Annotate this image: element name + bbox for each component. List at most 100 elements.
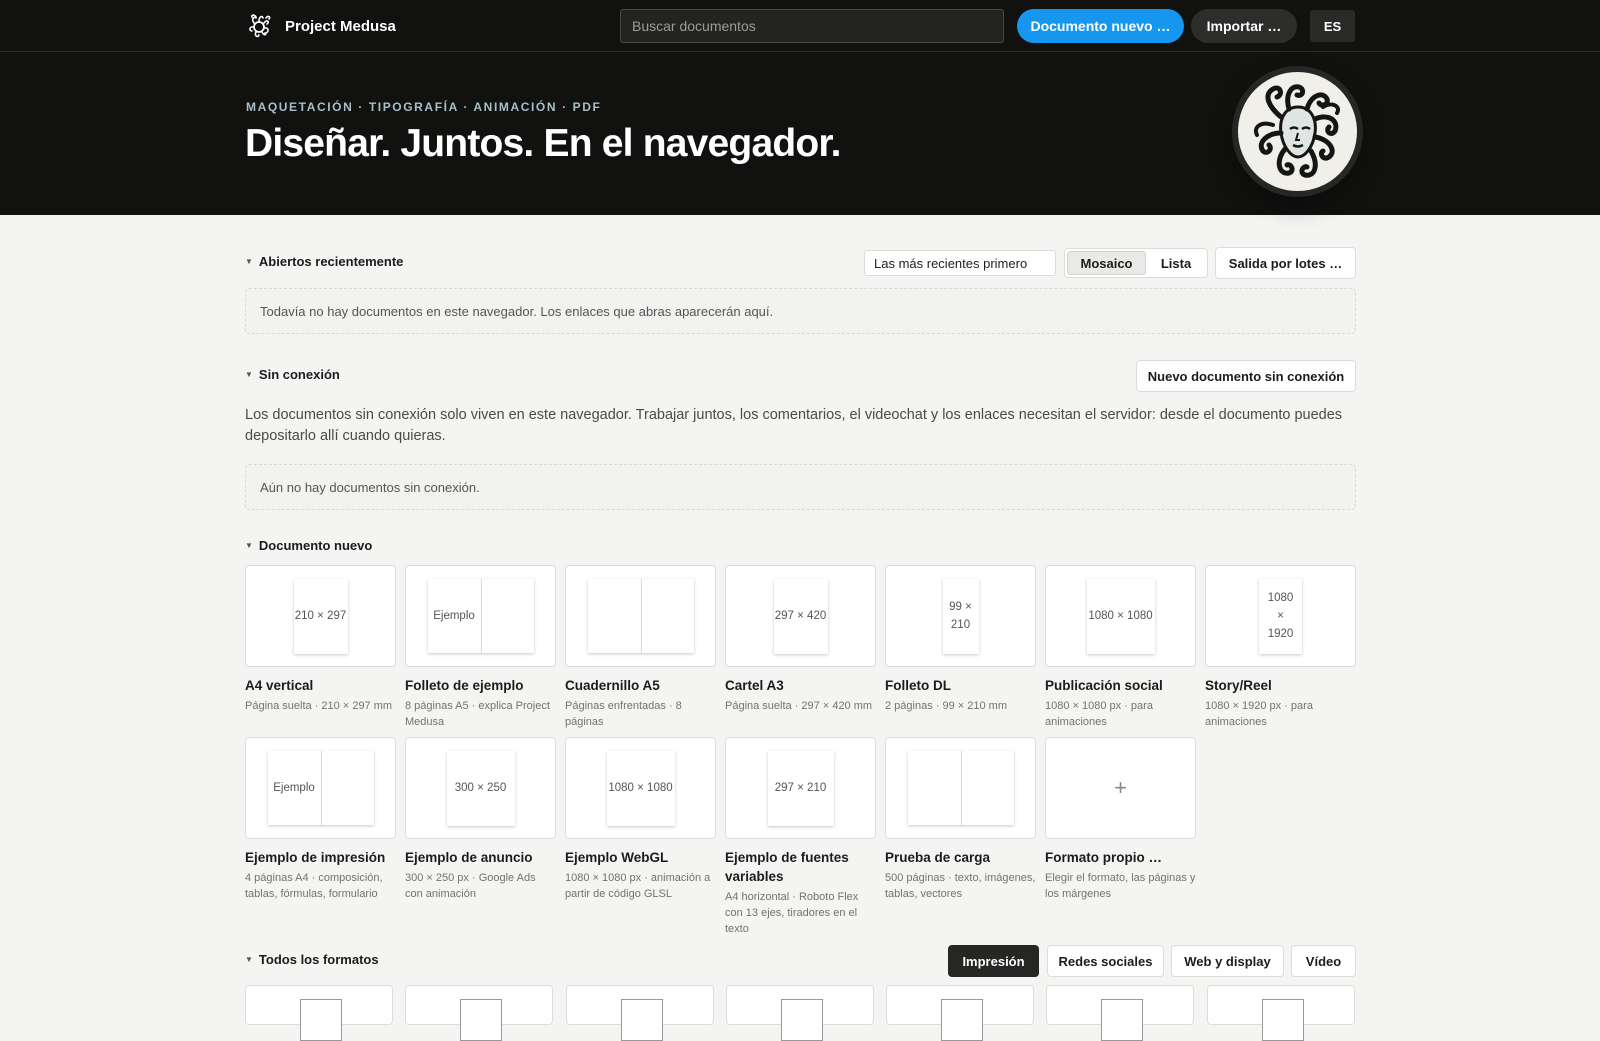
format-card[interactable]: [566, 985, 714, 1041]
page-preview: [640, 579, 694, 653]
collapse-triangle-icon: ▼: [245, 955, 253, 964]
format-card[interactable]: [1046, 985, 1194, 1041]
page-preview: 297 × 420: [773, 578, 828, 654]
batch-output-button[interactable]: Salida por lotes …: [1215, 247, 1356, 279]
page-preview: 300 × 250: [446, 750, 515, 826]
template-card-sample-brochure[interactable]: Ejemplo Folleto de ejemplo 8 páginas A5 …: [405, 565, 556, 730]
template-name: Ejemplo WebGL: [565, 850, 669, 865]
template-card-variable-fonts[interactable]: 297 × 210 Ejemplo de fuentes variables A…: [725, 737, 876, 937]
section-recent-header[interactable]: ▼ Abiertos recientemente: [245, 254, 403, 269]
template-name: A4 vertical: [245, 678, 314, 693]
offline-empty-text: Aún no hay documentos sin conexión.: [260, 479, 480, 495]
recent-empty-state: Todavía no hay documentos en este navega…: [245, 288, 1356, 334]
template-card-story-reel[interactable]: 1080 × 1920 Story/Reel 1080 × 1920 px · …: [1205, 565, 1356, 730]
template-card-a3-poster[interactable]: 297 × 420 Cartel A3 Página suelta · 297 …: [725, 565, 876, 714]
template-card-a4[interactable]: 210 × 297 A4 vertical Página suelta · 21…: [245, 565, 396, 714]
page-preview: [480, 579, 534, 653]
tab-print[interactable]: Impresión: [948, 945, 1039, 977]
new-document-button[interactable]: Documento nuevo …: [1017, 9, 1184, 43]
template-description: Página suelta · 297 × 420 mm: [725, 700, 873, 712]
import-button[interactable]: Importar …: [1191, 9, 1297, 43]
format-card[interactable]: [1207, 985, 1355, 1041]
hero-title: Diseñar. Juntos. En el navegador.: [245, 122, 841, 165]
section-all-formats-header[interactable]: ▼ Todos los formatos: [245, 952, 379, 967]
search-input[interactable]: [620, 9, 1004, 43]
view-mosaic-button[interactable]: Mosaico: [1067, 251, 1146, 275]
template-name: Story/Reel: [1205, 678, 1272, 693]
view-list-button[interactable]: Lista: [1149, 251, 1203, 275]
template-name: Publicación social: [1045, 678, 1163, 693]
template-description: Páginas enfrentadas · 8 páginas: [565, 700, 682, 728]
tab-web-display[interactable]: Web y display: [1171, 945, 1284, 977]
offline-description: Los documentos sin conexión solo viven e…: [245, 407, 1343, 444]
collapse-triangle-icon: ▼: [245, 541, 253, 550]
template-description: 4 páginas A4 · composición, tablas, fórm…: [245, 872, 383, 900]
template-card-ad-sample[interactable]: 300 × 250 Ejemplo de anuncio 300 × 250 p…: [405, 737, 556, 902]
tab-social-media[interactable]: Redes sociales: [1047, 945, 1164, 977]
template-card-webgl-sample[interactable]: 1080 × 1080 Ejemplo WebGL 1080 × 1080 px…: [565, 737, 716, 902]
medusa-logo-icon: [249, 14, 271, 38]
page-preview: [907, 751, 961, 825]
template-card-dl-flyer[interactable]: 99 × 210 Folleto DL 2 páginas · 99 × 210…: [885, 565, 1036, 714]
view-toggle: Mosaico Lista: [1064, 248, 1208, 278]
page-preview: 1080 × 1920: [1259, 578, 1302, 654]
format-card[interactable]: [405, 985, 553, 1041]
spread-preview: Ejemplo: [427, 579, 534, 653]
template-name: Prueba de carga: [885, 850, 991, 865]
section-all-formats-title: Todos los formatos: [258, 952, 379, 967]
recent-empty-text: Todavía no hay documentos en este navega…: [260, 303, 774, 319]
page-preview: [320, 751, 374, 825]
medusa-emblem: [1232, 66, 1363, 197]
page-preview: [587, 579, 641, 653]
section-new-document-header[interactable]: ▼ Documento nuevo: [245, 538, 372, 553]
plus-icon: +: [1114, 775, 1127, 800]
brand[interactable]: Project Medusa: [245, 10, 396, 42]
section-offline-title: Sin conexión: [258, 367, 340, 382]
medusa-head-icon: [1253, 83, 1340, 178]
section-offline-header[interactable]: ▼ Sin conexión: [245, 367, 340, 382]
template-card-custom-format[interactable]: + Formato propio … Elegir el formato, la…: [1045, 737, 1196, 902]
template-thumbnail: 210 × 297: [245, 565, 396, 667]
template-name: Folleto DL: [885, 678, 951, 693]
page-preview: 99 × 210: [942, 578, 979, 654]
template-thumbnail: [565, 565, 716, 667]
template-card-a5-booklet[interactable]: Cuadernillo A5 Páginas enfrentadas · 8 p…: [565, 565, 716, 730]
spread-preview: [907, 751, 1014, 825]
collapse-triangle-icon: ▼: [245, 257, 253, 266]
template-description: 1080 × 1920 px · para animaciones: [1205, 700, 1313, 728]
tab-video[interactable]: Vídeo: [1291, 945, 1356, 977]
section-new-document-title: Documento nuevo: [258, 538, 373, 553]
template-description: Elegir el formato, las páginas y los már…: [1045, 872, 1196, 900]
format-card[interactable]: [886, 985, 1034, 1041]
template-card-print-sample[interactable]: Ejemplo Ejemplo de impresión 4 páginas A…: [245, 737, 396, 902]
template-card-load-test[interactable]: Prueba de carga 500 páginas · texto, imá…: [885, 737, 1036, 902]
template-name: Ejemplo de fuentes variables: [725, 850, 849, 884]
template-description: 2 páginas · 99 × 210 mm: [885, 700, 1007, 712]
template-name: Folleto de ejemplo: [405, 678, 524, 693]
page-preview: Ejemplo: [267, 751, 321, 825]
template-card-social-post[interactable]: 1080 × 1080 Publicación social 1080 × 10…: [1045, 565, 1196, 730]
template-description: 300 × 250 px · Google Ads con animación: [405, 872, 536, 900]
page-preview: 1080 × 1080: [1086, 578, 1155, 654]
template-thumbnail: 297 × 420: [725, 565, 876, 667]
template-name: Ejemplo de impresión: [245, 850, 386, 865]
section-recent-title: Abiertos recientemente: [258, 254, 404, 269]
template-thumbnail: [885, 737, 1036, 839]
page-preview: 1080 × 1080: [606, 750, 675, 826]
language-button[interactable]: ES: [1310, 10, 1355, 42]
template-description: 1080 × 1080 px · para animaciones: [1045, 700, 1153, 728]
template-name: Ejemplo de anuncio: [405, 850, 533, 865]
template-description: Página suelta · 210 × 297 mm: [245, 700, 393, 712]
template-name: Cuadernillo A5: [565, 678, 660, 693]
template-name: Formato propio …: [1045, 850, 1162, 865]
sort-select-value: Las más recientes primero: [874, 255, 1028, 271]
format-card[interactable]: [245, 985, 393, 1041]
new-offline-document-button[interactable]: Nuevo documento sin conexión: [1136, 360, 1356, 392]
collapse-triangle-icon: ▼: [245, 370, 253, 379]
sort-select[interactable]: Las más recientes primero: [864, 250, 1056, 276]
template-thumbnail: 1080 × 1080: [565, 737, 716, 839]
template-description: 500 páginas · texto, imágenes, tablas, v…: [885, 872, 1036, 900]
spread-preview: [587, 579, 694, 653]
format-card[interactable]: [726, 985, 874, 1041]
template-description: A4 horizontal · Roboto Flex con 13 ejes,…: [725, 891, 859, 935]
